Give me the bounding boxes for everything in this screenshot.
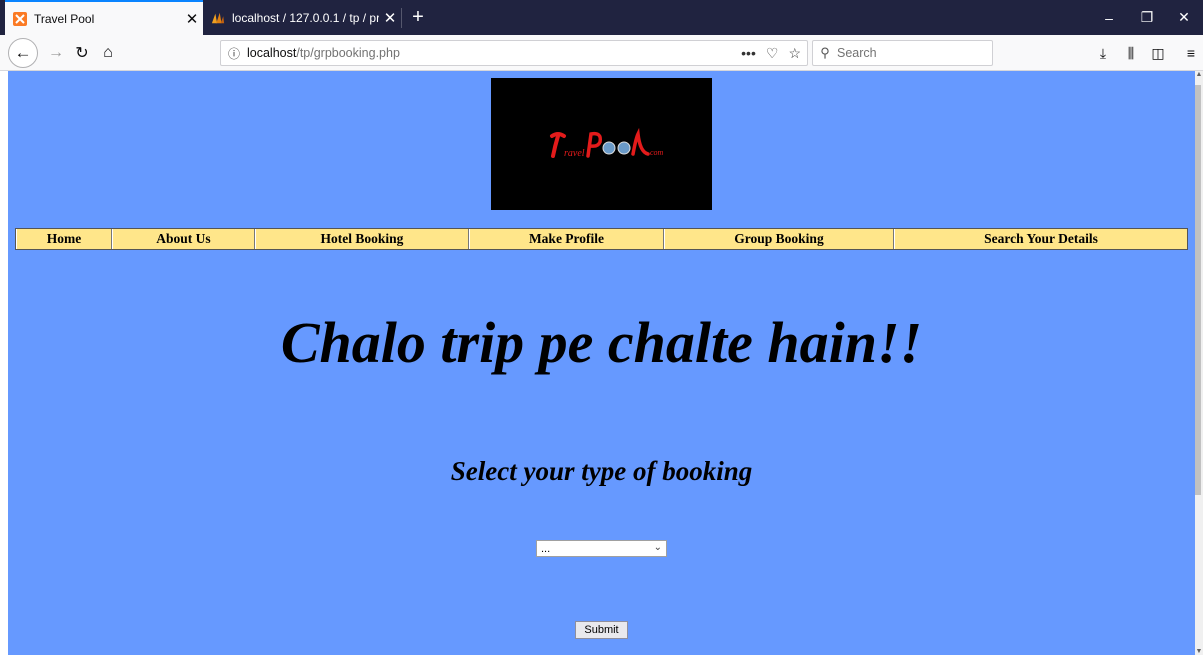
travelpool-logo-graphic: ravel .com — [549, 127, 664, 159]
menu-item-group-booking[interactable]: Group Booking — [664, 229, 894, 249]
phpmyadmin-icon — [211, 11, 225, 25]
search-bar[interactable]: ⚲ Search — [812, 40, 993, 66]
xampp-icon — [13, 11, 27, 26]
site-menu: Home About Us Hotel Booking Make Profile… — [15, 228, 1188, 250]
tab-title: localhost / 127.0.0.1 / tp / profi — [232, 10, 379, 25]
minimize-button[interactable]: – — [1090, 0, 1128, 35]
site-logo[interactable]: ravel .com — [491, 78, 712, 210]
sidebar-icon[interactable]: ◫ — [1145, 40, 1171, 66]
menu-item-about-us[interactable]: About Us — [112, 229, 255, 249]
booking-type-select[interactable]: ... ⌄ — [536, 540, 667, 557]
menu-icon[interactable]: ≡ — [1178, 40, 1203, 66]
info-icon[interactable]: ⓘ — [221, 45, 247, 62]
close-tab-icon[interactable]: ✕ — [379, 9, 401, 27]
svg-text:ravel: ravel — [564, 148, 585, 159]
svg-text:.com: .com — [648, 148, 664, 157]
search-icon: ⚲ — [820, 45, 830, 60]
tab-strip: Travel Pool ✕ localhost / 127.0.0.1 / tp… — [0, 0, 1203, 35]
search-placeholder: Search — [837, 46, 877, 60]
url-path: /tp/grpbooking.php — [296, 46, 400, 60]
scroll-up-arrow-icon[interactable]: ▲ — [1195, 71, 1203, 78]
url-bar[interactable]: ⓘ localhost/tp/grpbooking.php ••• ♡ ☆ — [220, 40, 808, 66]
close-window-button[interactable]: ✕ — [1165, 0, 1203, 35]
reload-button[interactable]: ↻ — [68, 39, 96, 67]
download-icon[interactable]: ⤓ — [1090, 40, 1116, 66]
tab-separator — [401, 8, 402, 28]
page-left-edge — [0, 71, 8, 655]
page-content: ravel .com Home About Us Hotel Booking M… — [8, 71, 1195, 655]
navigation-toolbar: ← → ↻ ⌂ ⓘ localhost/tp/grpbooking.php ••… — [0, 35, 1203, 71]
close-tab-icon[interactable]: ✕ — [181, 10, 203, 28]
chevron-down-icon: ⌄ — [653, 542, 662, 553]
home-button[interactable]: ⌂ — [94, 39, 122, 67]
tab-travel-pool[interactable]: Travel Pool ✕ — [5, 0, 203, 35]
menu-item-home[interactable]: Home — [16, 229, 112, 249]
menu-item-make-profile[interactable]: Make Profile — [469, 229, 664, 249]
menu-item-search-your-details[interactable]: Search Your Details — [894, 229, 1187, 249]
page-actions-icon[interactable]: ••• — [741, 45, 756, 61]
forward-button[interactable]: → — [42, 39, 70, 67]
select-value: ... — [541, 542, 551, 555]
pocket-icon[interactable]: ♡ — [766, 45, 779, 62]
url-host: localhost — [247, 46, 297, 60]
bookmark-star-icon[interactable]: ☆ — [788, 45, 801, 62]
library-icon[interactable]: ⫼ — [1118, 40, 1144, 66]
scroll-thumb[interactable] — [1195, 85, 1201, 495]
back-button[interactable]: ← — [8, 38, 38, 68]
scroll-down-arrow-icon[interactable]: ▼ — [1195, 648, 1203, 655]
restore-button[interactable]: ❐ — [1128, 0, 1166, 35]
tab-title: Travel Pool — [34, 11, 95, 26]
menu-item-hotel-booking[interactable]: Hotel Booking — [255, 229, 469, 249]
vertical-scrollbar[interactable]: ▲ ▼ — [1195, 71, 1203, 655]
page-headline: Chalo trip pe chalte hain!! — [280, 310, 923, 375]
new-tab-button[interactable]: + — [405, 4, 431, 30]
booking-type-heading: Select your type of booking — [450, 456, 753, 486]
submit-button[interactable]: Submit — [575, 621, 628, 639]
tab-phpmyadmin[interactable]: localhost / 127.0.0.1 / tp / profi ✕ — [203, 0, 401, 35]
